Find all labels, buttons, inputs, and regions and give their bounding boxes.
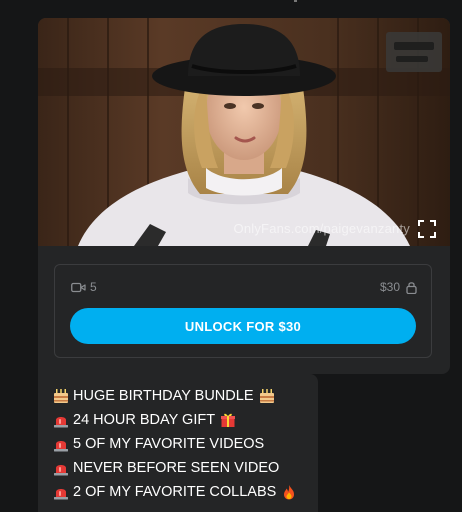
message-line: 2 OF MY FAVORITE COLLABS [53,480,297,504]
gift-icon [221,413,236,427]
preview-image [38,18,450,246]
message-line: 5 OF MY FAVORITE VIDEOS [53,432,297,456]
message-line-text: NEVER BEFORE SEEN VIDEO [73,460,280,476]
media-preview[interactable]: OnlyFans.com/paigevanzanty [38,18,450,246]
message-line: NEVER BEFORE SEEN VIDEO [53,456,297,480]
unlock-button[interactable]: UNLOCK FOR $30 [70,308,416,344]
message-lines: HUGE BIRTHDAY BUNDLE 24 HOUR BDAY GIFT 5… [53,384,297,504]
message-line-text: HUGE BIRTHDAY BUNDLE [73,388,254,404]
message-line-text: 24 HOUR BDAY GIFT [73,412,216,428]
price-value: $30 [379,280,400,294]
fullscreen-icon[interactable] [418,220,436,238]
media-count-value: 5 [90,280,97,294]
birthday-cake-icon [54,389,68,403]
siren-icon [54,465,68,476]
paywall-panel: 5 $30 UNLOCK FOR $30 [54,264,432,358]
price-tag: $30 [380,280,417,294]
message-line-text: 2 OF MY FAVORITE COLLABS [73,484,277,500]
message-line-text: 5 OF MY FAVORITE VIDEOS [73,436,265,452]
lock-icon [406,281,417,294]
chat-view: OnlyFans.com/paigevanzanty 5 $30 UNLOCK … [0,0,462,512]
divider [294,0,297,2]
video-camera-icon [71,282,86,292]
text-message: HUGE BIRTHDAY BUNDLE 24 HOUR BDAY GIFT 5… [38,374,318,512]
siren-icon [54,417,68,428]
message-line: HUGE BIRTHDAY BUNDLE [53,384,297,408]
media-count: 5 [71,280,97,294]
watermark: OnlyFans.com/paigevanzanty [233,221,410,236]
locked-media-message: OnlyFans.com/paigevanzanty 5 $30 UNLOCK … [38,18,450,374]
siren-icon [54,489,68,500]
fire-icon [284,485,295,500]
message-line: 24 HOUR BDAY GIFT [53,408,297,432]
birthday-cake-icon [259,389,274,403]
siren-icon [54,441,68,452]
